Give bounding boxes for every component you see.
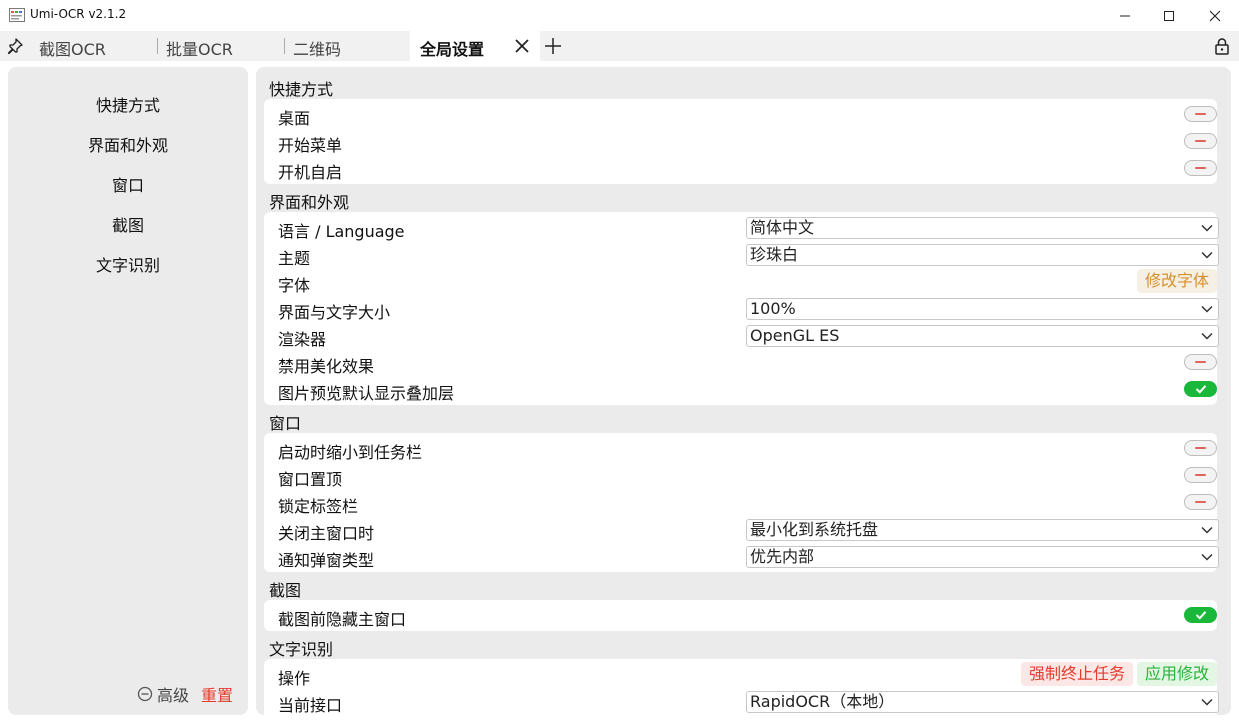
group-card-shortcuts: 桌面 开始菜单 开机自启 (264, 99, 1217, 184)
minimize-icon (1120, 15, 1130, 16)
close-tab-icon[interactable] (513, 37, 531, 55)
setting-label-current-api: 当前接口 (278, 696, 343, 715)
apply-changes-button[interactable]: 应用修改 (1137, 662, 1217, 686)
tab-bar: 截图OCR 批量OCR 二维码 全局设置 (0, 31, 1239, 61)
maximize-icon (1164, 10, 1174, 21)
advanced-label: 高级 (157, 686, 190, 705)
toggle-start-menu[interactable] (1184, 133, 1217, 149)
on-close-select[interactable]: 最小化到系统托盘 (746, 519, 1219, 541)
toggle-lock-tabbar[interactable] (1184, 494, 1217, 510)
toggle-desktop[interactable] (1184, 106, 1217, 122)
toggle-hide-main-window[interactable] (1184, 607, 1217, 623)
group-card-window: 启动时缩小到任务栏 窗口置顶 锁定标签栏 关闭主窗口时 最小化到系统托盘 通知弹… (264, 433, 1219, 572)
close-window-button[interactable] (1192, 0, 1238, 31)
tab-label: 批量OCR (166, 40, 233, 59)
sidebar-item-screenshot[interactable]: 截图 (8, 212, 248, 236)
setting-label-preview-overlay: 图片预览默认显示叠加层 (278, 384, 455, 403)
tab-label: 二维码 (293, 40, 342, 59)
tab-global-settings[interactable]: 全局设置 (410, 31, 540, 61)
select-value: 最小化到系统托盘 (750, 520, 879, 539)
add-tab-icon[interactable] (543, 36, 563, 56)
lock-icon[interactable] (1213, 37, 1231, 55)
select-value: RapidOCR（本地） (750, 692, 895, 711)
tab-divider (284, 38, 285, 54)
current-api-select[interactable]: RapidOCR（本地） (746, 691, 1219, 713)
check-icon (1195, 611, 1207, 620)
title-bar: Umi-OCR v2.1.2 (0, 0, 1239, 31)
check-icon (1195, 385, 1207, 394)
chevron-down-icon (1201, 305, 1213, 313)
group-title-shortcuts: 快捷方式 (269, 80, 334, 99)
tab-qrcode[interactable]: 二维码 (293, 31, 341, 61)
select-value: 100% (750, 299, 796, 318)
setting-label-operation: 操作 (278, 669, 311, 688)
window-title: Umi-OCR v2.1.2 (30, 7, 127, 21)
scale-select[interactable]: 100% (746, 298, 1219, 320)
setting-label-lock-tabbar: 锁定标签栏 (278, 497, 359, 516)
force-stop-button[interactable]: 强制终止任务 (1021, 662, 1134, 686)
tab-screenshot-ocr[interactable]: 截图OCR (39, 31, 106, 61)
pin-icon[interactable] (6, 37, 24, 55)
sidebar-item-shortcuts[interactable]: 快捷方式 (8, 92, 248, 116)
minimize-button[interactable] (1102, 0, 1148, 31)
sidebar-item-ocr[interactable]: 文字识别 (8, 252, 248, 276)
group-card-screenshot: 截图前隐藏主窗口 (264, 600, 1217, 631)
app-logo-icon (9, 8, 25, 22)
tab-label: 全局设置 (420, 40, 485, 59)
chevron-down-icon (1201, 224, 1213, 232)
group-title-ocr: 文字识别 (269, 640, 334, 659)
close-icon (1209, 10, 1221, 21)
group-card-ocr: 操作 强制终止任务 应用修改 当前接口 RapidOCR（本地） (264, 659, 1219, 715)
select-value: 优先内部 (750, 547, 815, 566)
toggle-autostart[interactable] (1184, 160, 1217, 176)
tab-batch-ocr[interactable]: 批量OCR (166, 31, 233, 61)
select-value: 珍珠白 (750, 245, 799, 264)
setting-label-notify-type: 通知弹窗类型 (278, 551, 375, 570)
chevron-down-icon (1201, 526, 1213, 534)
setting-label-minimize-on-start: 启动时缩小到任务栏 (278, 443, 423, 462)
tab-label: 截图OCR (39, 40, 106, 59)
theme-select[interactable]: 珍珠白 (746, 244, 1219, 266)
setting-label-on-close: 关闭主窗口时 (278, 524, 375, 543)
group-card-ui: 语言 / Language 简体中文 主题 珍珠白 字体 修改字体 界面与文字大… (264, 212, 1219, 405)
chevron-down-icon (1201, 332, 1213, 340)
setting-label-start-menu: 开始菜单 (278, 136, 343, 155)
select-value: 简体中文 (750, 218, 815, 237)
setting-label-language: 语言 / Language (278, 222, 405, 241)
setting-label-hide-main-window: 截图前隐藏主窗口 (278, 610, 407, 629)
toggle-minimize-on-start[interactable] (1184, 440, 1217, 456)
setting-label-scale: 界面与文字大小 (278, 303, 391, 322)
reset-button[interactable]: 重置 (201, 682, 233, 706)
chevron-down-icon (1201, 251, 1213, 259)
sidebar-item-window[interactable]: 窗口 (8, 172, 248, 196)
language-select[interactable]: 简体中文 (746, 217, 1219, 239)
sidebar-item-ui[interactable]: 界面和外观 (8, 132, 248, 156)
advanced-toggle[interactable]: 高级 (137, 682, 189, 706)
chevron-down-icon (1201, 698, 1213, 706)
collapse-circle-icon (137, 686, 153, 702)
settings-sidebar: 快捷方式 界面和外观 窗口 截图 文字识别 (8, 67, 248, 715)
setting-label-theme: 主题 (278, 249, 311, 268)
group-title-window: 窗口 (269, 414, 302, 433)
toggle-disable-effects[interactable] (1184, 354, 1217, 370)
setting-label-always-on-top: 窗口置顶 (278, 470, 343, 489)
setting-label-disable-effects: 禁用美化效果 (278, 357, 375, 376)
select-value: OpenGL ES (750, 326, 840, 345)
toggle-preview-overlay[interactable] (1184, 381, 1217, 397)
setting-label-desktop: 桌面 (278, 109, 311, 128)
chevron-down-icon (1201, 553, 1213, 561)
setting-label-renderer: 渲染器 (278, 330, 327, 349)
setting-label-font: 字体 (278, 276, 311, 295)
change-font-button[interactable]: 修改字体 (1137, 269, 1217, 293)
setting-label-autostart: 开机自启 (278, 163, 343, 182)
group-title-screenshot: 截图 (269, 581, 302, 600)
tab-divider (157, 38, 158, 54)
notify-type-select[interactable]: 优先内部 (746, 546, 1219, 568)
toggle-always-on-top[interactable] (1184, 467, 1217, 483)
renderer-select[interactable]: OpenGL ES (746, 325, 1219, 347)
maximize-button[interactable] (1146, 0, 1192, 31)
group-title-ui: 界面和外观 (269, 193, 350, 212)
settings-content: 快捷方式 桌面 开始菜单 开机自启 界面和外观 语言 / Language 简体… (256, 67, 1231, 715)
